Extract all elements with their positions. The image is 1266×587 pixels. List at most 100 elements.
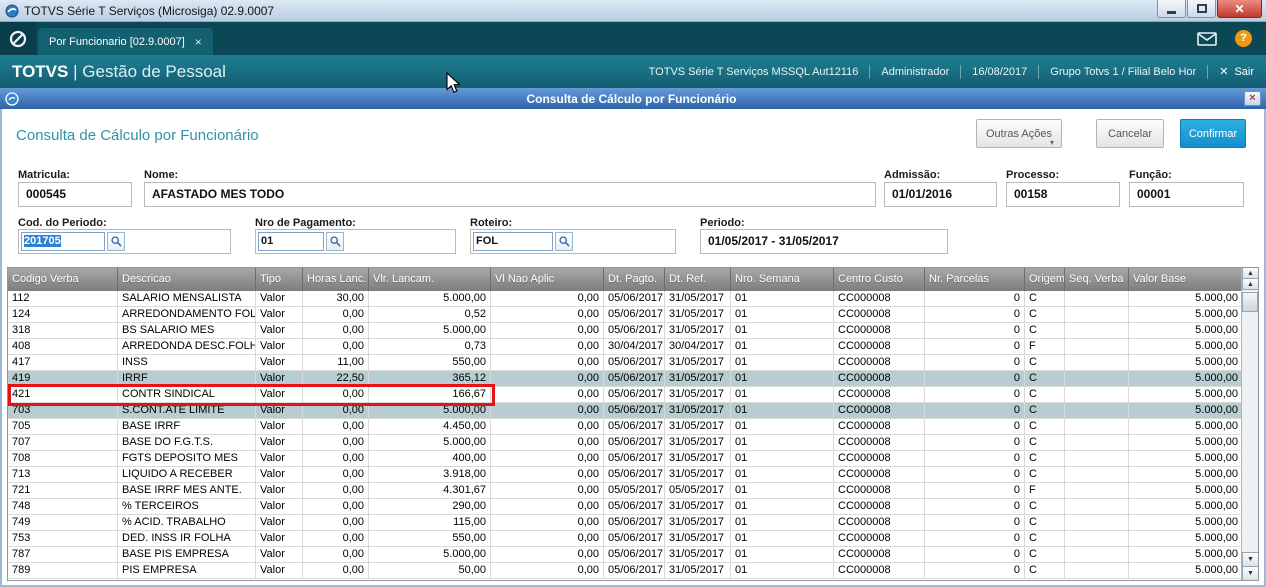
- table-cell: 421: [8, 387, 118, 402]
- column-header[interactable]: Seq. Verba: [1065, 268, 1129, 291]
- table-cell: Valor: [256, 531, 303, 546]
- table-cell: 05/06/2017: [604, 531, 665, 546]
- help-icon[interactable]: ?: [1235, 30, 1252, 47]
- confirm-button[interactable]: Confirmar: [1180, 119, 1246, 148]
- table-cell: 0,00: [491, 435, 604, 450]
- table-cell: 5.000,00: [1129, 563, 1241, 578]
- table-row[interactable]: 707 BASE DO F.G.T.S. Valor 0,00 5.000,00 0,00…: [8, 435, 1241, 451]
- processo-field[interactable]: 00158: [1006, 182, 1120, 207]
- column-header[interactable]: Dt. Pagto.: [604, 268, 665, 291]
- exit-button[interactable]: ✕ Sair: [1219, 65, 1254, 79]
- table-cell: C: [1025, 387, 1065, 402]
- admissao-field[interactable]: 01/01/2016: [884, 182, 997, 207]
- column-header[interactable]: Tipo: [256, 268, 303, 291]
- funcao-label: Função:: [1129, 169, 1172, 181]
- nro-pagamento-input[interactable]: 01: [258, 232, 324, 251]
- nome-field[interactable]: AFASTADO MES TODO: [144, 182, 876, 207]
- table-cell: CC000008: [834, 307, 925, 322]
- table-cell: 0,00: [491, 371, 604, 386]
- table-cell: 01: [731, 339, 834, 354]
- table-row[interactable]: 419 IRRF Valor 22,50 365,12 0,00 05/06/2017 31/…: [8, 371, 1241, 387]
- table-cell: [1065, 323, 1129, 338]
- close-button[interactable]: ✕: [1217, 0, 1262, 18]
- scroll-up-button-2[interactable]: ▲: [1242, 278, 1258, 290]
- column-header[interactable]: Codigo Verba: [8, 268, 118, 291]
- column-header[interactable]: Nro. Semana: [731, 268, 834, 291]
- dialog-body: Consulta de Cálculo por Funcionário Outr…: [0, 109, 1266, 587]
- column-header[interactable]: Nr. Parcelas: [925, 268, 1025, 291]
- table-cell: 4.450,00: [369, 419, 491, 434]
- column-header[interactable]: Centro Custo: [834, 268, 925, 291]
- table-row[interactable]: 721 BASE IRRF MES ANTE. Valor 0,00 4.301,67 0…: [8, 483, 1241, 499]
- dialog-consulta-calculo: Consulta de Cálculo por Funcionário × Co…: [0, 88, 1266, 587]
- table-cell: 0: [925, 323, 1025, 338]
- roteiro-lookup-button[interactable]: [555, 232, 573, 251]
- scrollbar-thumb[interactable]: [1242, 292, 1258, 312]
- table-cell: C: [1025, 323, 1065, 338]
- totvs-home-button[interactable]: [0, 22, 36, 55]
- table-row[interactable]: 417 INSS Valor 11,00 550,00 0,00 05/06/2017 31/…: [8, 355, 1241, 371]
- arrow-down-icon: ▼: [1247, 556, 1254, 563]
- tab-close-icon[interactable]: ×: [195, 35, 202, 49]
- table-row[interactable]: 789 PIS EMPRESA Valor 0,00 50,00 0,00 05/06/20…: [8, 563, 1241, 579]
- table-row[interactable]: 705 BASE IRRF Valor 0,00 4.450,00 0,00 05/06/2…: [8, 419, 1241, 435]
- outras-acoes-button[interactable]: Outras Ações ▾: [976, 119, 1062, 148]
- table-row[interactable]: 408 ARREDONDA DESC.FOLH Valor 0,00 0,73 0,00 3…: [8, 339, 1241, 355]
- roteiro-field[interactable]: FOL: [470, 229, 676, 254]
- roteiro-input[interactable]: FOL: [473, 232, 553, 251]
- table-row[interactable]: 748% TERCEIROS Valor 0,00 290,00 0,00 05/06/2…: [8, 499, 1241, 515]
- mail-icon[interactable]: [1197, 31, 1217, 46]
- table-cell: Valor: [256, 307, 303, 322]
- table-row[interactable]: 421 CONTR SINDICAL Valor 0,00 166,67 0,00 05/0…: [8, 384, 1241, 406]
- minimize-button[interactable]: [1157, 0, 1186, 18]
- nro-pagamento-lookup-button[interactable]: [326, 232, 344, 251]
- table-row[interactable]: 703 S.CONT.ATE LIMITE Valor 0,00 5.000,00 0,0…: [8, 403, 1241, 419]
- table-cell: 05/06/2017: [604, 291, 665, 306]
- nro-pagamento-field[interactable]: 01: [255, 229, 456, 254]
- cod-periodo-field[interactable]: 201705: [18, 229, 231, 254]
- scroll-down-button[interactable]: ▼: [1242, 552, 1258, 567]
- column-header[interactable]: Descricao: [118, 268, 256, 291]
- table-row[interactable]: 318 BS SALARIO MES Valor 0,00 5.000,00 0,00 05…: [8, 323, 1241, 339]
- table-cell: [1065, 307, 1129, 322]
- table-cell: CC000008: [834, 323, 925, 338]
- table-cell: Valor: [256, 451, 303, 466]
- column-header[interactable]: Dt. Ref.: [665, 268, 731, 291]
- column-header[interactable]: Vl Nao Aplic: [491, 268, 604, 291]
- search-icon: [558, 236, 570, 247]
- periodo-field[interactable]: 01/05/2017 - 31/05/2017: [700, 229, 948, 254]
- table-cell: 400,00: [369, 451, 491, 466]
- vertical-scrollbar[interactable]: ▲ ▲ ▼ ▼: [1241, 268, 1258, 580]
- column-header[interactable]: Valor Base: [1129, 268, 1241, 291]
- table-cell: Valor: [256, 499, 303, 514]
- column-header[interactable]: Vlr. Lancam.: [369, 268, 491, 291]
- matricula-field[interactable]: 000545: [18, 182, 132, 207]
- funcao-field[interactable]: 00001: [1129, 182, 1244, 207]
- maximize-button[interactable]: [1187, 0, 1216, 18]
- table-row[interactable]: 713 LIQUIDO A RECEBER Valor 0,00 3.918,00 0,0…: [8, 467, 1241, 483]
- scrollbar-track[interactable]: [1242, 312, 1258, 552]
- table-cell: 749: [8, 515, 118, 530]
- table-row[interactable]: 753 DED. INSS IR FOLHA Valor 0,00 550,00 0,00…: [8, 531, 1241, 547]
- cod-periodo-lookup-button[interactable]: [107, 232, 125, 251]
- app-brand: TOTVS | Gestão de Pessoal: [12, 62, 226, 82]
- table-cell: C: [1025, 531, 1065, 546]
- table-row[interactable]: 112 SALARIO MENSALISTA Valor 30,00 5.000,00 0…: [8, 291, 1241, 307]
- table-row[interactable]: 124ARREDONDAMENTO FOLHAValor0,000,520,00…: [8, 307, 1241, 323]
- table-row[interactable]: 749% ACID. TRABALHO Valor 0,00 115,00 0,00 05…: [8, 515, 1241, 531]
- grid-columns-area: Codigo Verba Descricao Tipo Horas Lanc. Vlr.…: [8, 268, 1241, 580]
- cancel-button[interactable]: Cancelar: [1096, 119, 1164, 148]
- table-row[interactable]: 787 BASE PIS EMPRESA Valor 0,00 5.000,00 0,00…: [8, 547, 1241, 563]
- table-cell: 0,00: [303, 435, 369, 450]
- tab-por-funcionario[interactable]: Por Funcionario [02.9.0007] ×: [38, 28, 213, 55]
- column-header[interactable]: Horas Lanc.: [303, 268, 369, 291]
- dialog-close-button[interactable]: ×: [1244, 91, 1261, 106]
- scroll-down-button-2[interactable]: ▼: [1242, 566, 1258, 580]
- column-header[interactable]: Origem: [1025, 268, 1065, 291]
- admissao-label: Admissão:: [884, 169, 941, 181]
- table-cell: 0: [925, 515, 1025, 530]
- table-row[interactable]: 708 FGTS DEPOSITO MES Valor 0,00 400,00 0,00 0…: [8, 451, 1241, 467]
- brand-bar: TOTVS | Gestão de Pessoal TOTVS Série T …: [0, 55, 1266, 88]
- window-icon: [5, 4, 19, 18]
- cod-periodo-input[interactable]: 201705: [21, 232, 105, 251]
